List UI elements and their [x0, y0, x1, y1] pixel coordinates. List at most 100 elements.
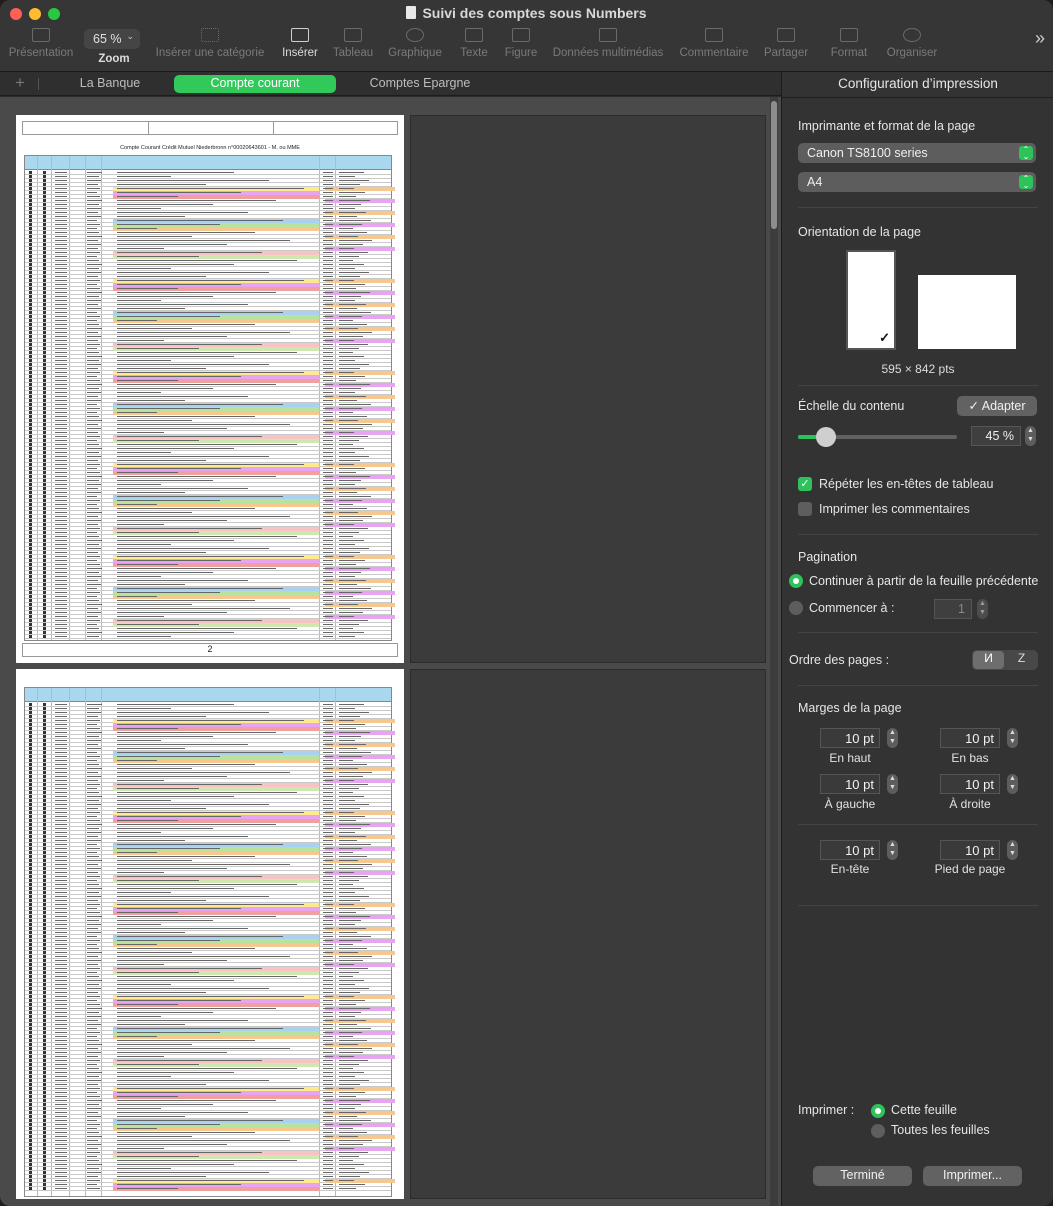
cell-text — [117, 900, 206, 901]
row-checkbox-icon — [29, 375, 32, 378]
cell-text — [55, 840, 67, 841]
portrait-orientation-option[interactable]: ✓ — [846, 250, 896, 350]
row-checkbox-icon — [43, 715, 46, 718]
tab-comptes-epargne[interactable]: Comptes Epargne — [350, 75, 490, 93]
scale-stepper[interactable]: ▲ ▼ — [1025, 426, 1036, 446]
row-checkbox-icon — [29, 415, 32, 418]
cell-text — [87, 760, 97, 761]
share-button[interactable]: Partager — [760, 28, 812, 59]
cell-text — [339, 452, 355, 453]
tab-la-banque[interactable]: La Banque — [60, 75, 160, 93]
row-checkbox-icon — [43, 523, 46, 526]
cell-text — [87, 772, 98, 773]
cell-text — [87, 728, 100, 729]
cell-text — [339, 932, 357, 933]
fit-button[interactable]: ✓ Adapter — [957, 396, 1037, 416]
scale-slider-knob[interactable] — [816, 427, 836, 447]
row-checkbox-icon — [29, 603, 32, 606]
cell-text — [117, 1188, 178, 1189]
row-checkbox-icon — [29, 1131, 32, 1134]
cell-text — [117, 1076, 171, 1077]
all-sheets-radio[interactable] — [871, 1124, 885, 1138]
text-button[interactable]: Texte — [454, 28, 494, 59]
cell-text — [55, 844, 67, 845]
chart-button[interactable]: Graphique — [385, 28, 445, 59]
preview-scrollbar[interactable] — [770, 97, 778, 1206]
start-at-radio[interactable] — [789, 601, 803, 615]
repeat-headers-checkbox[interactable]: ✓ — [798, 477, 812, 491]
print-button[interactable]: Imprimer... — [923, 1166, 1022, 1186]
row-checkbox-icon — [43, 595, 46, 598]
cell-text — [323, 1132, 333, 1133]
media-button[interactable]: Données multimédias — [550, 28, 666, 59]
cell-text — [339, 1184, 365, 1185]
scale-value-field[interactable]: 45 % — [971, 426, 1021, 446]
cell-text — [55, 180, 67, 181]
start-at-field[interactable]: 1 — [934, 599, 972, 619]
cell-text — [55, 192, 67, 193]
margin-right-stepper[interactable]: ▲ ▼ — [1007, 774, 1018, 794]
more-toolbar-icon[interactable]: » — [1035, 28, 1045, 49]
print-preview-area[interactable]: Compte Courant Crédit Mutuel Niederbronn… — [0, 97, 781, 1206]
landscape-orientation-option[interactable] — [918, 275, 1016, 349]
printer-section-label: Imprimante et format de la page — [798, 119, 976, 133]
cell-text — [339, 712, 369, 713]
row-checkbox-icon — [29, 1175, 32, 1178]
tab-compte-courant[interactable]: Compte courant — [174, 75, 336, 93]
scrollbar-thumb[interactable] — [771, 101, 777, 229]
done-button[interactable]: Terminé — [813, 1166, 912, 1186]
cell-text — [339, 1088, 354, 1089]
header-margin-field[interactable]: 10 pt — [820, 840, 880, 860]
cell-text — [87, 888, 102, 889]
cell-text — [339, 384, 370, 385]
row-checkbox-icon — [29, 475, 32, 478]
page-order-over-then-down-icon[interactable]: Z — [1006, 651, 1037, 669]
margin-top-field[interactable]: 10 pt — [820, 728, 880, 748]
table-icon — [344, 28, 362, 42]
cell-text — [55, 1152, 67, 1153]
cell-text — [55, 1060, 67, 1061]
zoom-dropdown[interactable]: 65 % ⌄ — [84, 29, 140, 49]
header-margin-stepper[interactable]: ▲ ▼ — [887, 840, 898, 860]
printer-select[interactable]: Canon TS8100 series ⌃ ⌄ — [798, 143, 1036, 163]
margin-left-field[interactable]: 10 pt — [820, 774, 880, 794]
paper-size-select[interactable]: A4 ⌃ ⌄ — [798, 172, 1036, 192]
cell-text — [323, 984, 333, 985]
row-checkbox-icon — [43, 515, 46, 518]
row-checkbox-icon — [29, 275, 32, 278]
row-checkbox-icon — [43, 783, 46, 786]
start-at-stepper[interactable]: ▲ ▼ — [977, 599, 988, 619]
cell-text — [87, 376, 97, 377]
print-comments-checkbox[interactable] — [798, 502, 812, 516]
footer-margin-field[interactable]: 10 pt — [940, 840, 1000, 860]
row-checkbox-icon — [43, 627, 46, 630]
footer-margin-stepper[interactable]: ▲ ▼ — [1007, 840, 1018, 860]
insert-category-button[interactable]: Insérer une catégorie — [152, 28, 268, 59]
comment-button[interactable]: Commentaire — [677, 28, 751, 59]
add-sheet-button[interactable]: + — [15, 73, 25, 93]
margin-right-field[interactable]: 10 pt — [940, 774, 1000, 794]
this-sheet-radio[interactable] — [871, 1104, 885, 1118]
presentation-button[interactable]: Présentation — [6, 28, 76, 59]
cell-text — [117, 1116, 185, 1117]
shape-button[interactable]: Figure — [502, 28, 540, 59]
continue-radio[interactable] — [789, 574, 803, 588]
margin-left-stepper[interactable]: ▲ ▼ — [887, 774, 898, 794]
page-order-control[interactable]: И Z — [972, 650, 1038, 670]
cell-text — [117, 504, 157, 505]
row-checkbox-icon — [43, 203, 46, 206]
insert-button[interactable]: Insérer — [279, 28, 321, 59]
margin-top-stepper[interactable]: ▲ ▼ — [887, 728, 898, 748]
page-order-down-then-over-icon[interactable]: И — [973, 651, 1004, 669]
row-checkbox-icon — [43, 499, 46, 502]
margin-bottom-field[interactable]: 10 pt — [940, 728, 1000, 748]
margin-bottom-stepper[interactable]: ▲ ▼ — [1007, 728, 1018, 748]
cell-text — [323, 768, 333, 769]
cell-text — [323, 308, 333, 309]
table-button[interactable]: Tableau — [329, 28, 377, 59]
organize-button[interactable]: Organiser — [882, 28, 942, 59]
cell-text — [87, 1176, 98, 1177]
format-button[interactable]: Format — [827, 28, 871, 59]
cell-text — [117, 1100, 276, 1101]
cell-text — [339, 984, 355, 985]
